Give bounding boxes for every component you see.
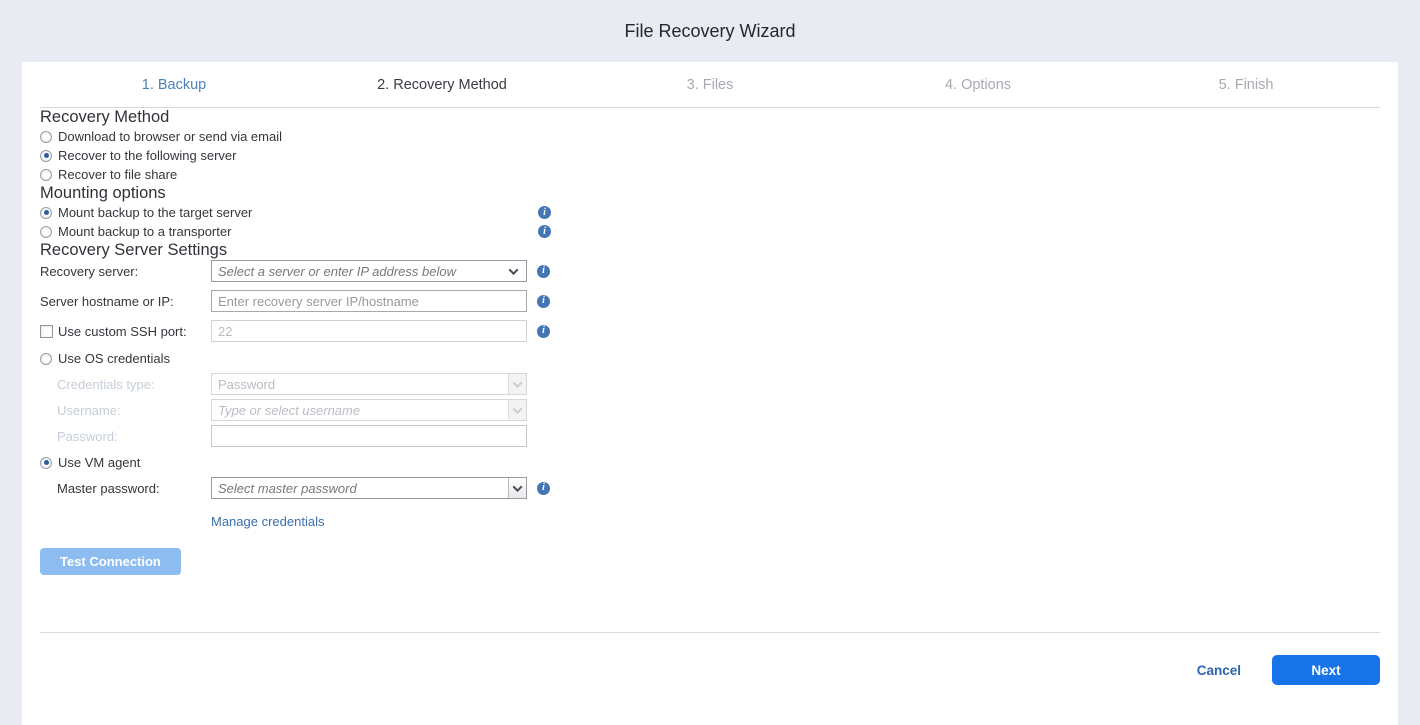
selected-value: Select master password — [212, 481, 508, 496]
info-icon[interactable]: i — [537, 325, 550, 338]
radio-icon — [40, 150, 52, 162]
hostname-row: Server hostname or IP: i — [40, 290, 1380, 312]
radio-label: Use OS credentials — [58, 351, 170, 366]
radio-icon — [40, 169, 52, 181]
recovery-method-heading: Recovery Method — [40, 108, 1380, 127]
radio-recover-to-server[interactable]: Recover to the following server — [40, 146, 1380, 165]
credentials-type-row: Credentials type: Password — [40, 373, 1380, 395]
radio-icon — [40, 457, 52, 469]
next-button[interactable]: Next — [1272, 655, 1380, 685]
radio-mount-target-server[interactable]: Mount backup to the target server i — [40, 203, 551, 222]
step-options: 4. Options — [844, 77, 1112, 93]
master-password-label: Master password: — [40, 481, 211, 496]
mounting-options-heading: Mounting options — [40, 184, 1380, 203]
chevron-down-icon — [513, 378, 523, 388]
recovery-server-select[interactable]: Select a server or enter IP address belo… — [211, 260, 527, 282]
step-recovery-method[interactable]: 2. Recovery Method — [308, 77, 576, 93]
password-label: Password: — [40, 429, 211, 444]
selected-value: Type or select username — [212, 403, 508, 418]
cancel-button[interactable]: Cancel — [1191, 662, 1247, 679]
username-row: Username: Type or select username — [40, 399, 1380, 421]
credentials-type-select: Password — [211, 373, 527, 395]
info-icon[interactable]: i — [537, 295, 550, 308]
manage-credentials-link[interactable]: Manage credentials — [211, 514, 324, 529]
chevron-down-icon — [509, 265, 519, 275]
selected-value: Select a server or enter IP address belo… — [212, 264, 510, 279]
chevron-down-icon — [513, 482, 523, 492]
wizard-steps: 1. Backup 2. Recovery Method 3. Files 4.… — [40, 62, 1380, 108]
info-icon[interactable]: i — [537, 482, 550, 495]
test-connection-button: Test Connection — [40, 548, 181, 575]
radio-download-browser[interactable]: Download to browser or send via email — [40, 127, 1380, 146]
master-password-row: Master password: Select master password … — [40, 477, 1380, 499]
wizard-panel: 1. Backup 2. Recovery Method 3. Files 4.… — [22, 62, 1398, 725]
selected-value: Password — [212, 377, 508, 392]
radio-label: Recover to file share — [58, 167, 177, 182]
chevron-down-icon — [513, 404, 523, 414]
username-select: Type or select username — [211, 399, 527, 421]
radio-label: Mount backup to the target server — [58, 205, 252, 220]
info-icon[interactable]: i — [538, 206, 551, 219]
username-label: Username: — [40, 403, 211, 418]
recovery-server-label: Recovery server: — [40, 264, 211, 279]
footer: Cancel Next — [22, 633, 1398, 685]
radio-label: Download to browser or send via email — [58, 129, 282, 144]
radio-icon — [40, 131, 52, 143]
radio-label: Use VM agent — [58, 455, 140, 470]
ssh-port-label: Use custom SSH port: — [58, 324, 187, 339]
step-backup[interactable]: 1. Backup — [40, 77, 308, 93]
password-row: Password: — [40, 425, 1380, 447]
hostname-input[interactable] — [211, 290, 527, 312]
radio-label: Recover to the following server — [58, 148, 236, 163]
password-input — [211, 425, 527, 447]
radio-label: Mount backup to a transporter — [58, 224, 231, 239]
radio-vm-agent[interactable]: Use VM agent — [40, 454, 1380, 471]
select-trigger — [508, 374, 526, 394]
radio-icon — [40, 207, 52, 219]
checkbox-icon — [40, 325, 53, 338]
radio-os-credentials[interactable]: Use OS credentials — [40, 350, 1380, 367]
info-icon[interactable]: i — [537, 265, 550, 278]
info-icon[interactable]: i — [538, 225, 551, 238]
step-files: 3. Files — [576, 77, 844, 93]
credentials-type-label: Credentials type: — [40, 377, 211, 392]
page-title: File Recovery Wizard — [624, 21, 795, 42]
recovery-server-row: Recovery server: Select a server or ente… — [40, 260, 1380, 282]
master-password-select[interactable]: Select master password — [211, 477, 527, 499]
wizard-header: File Recovery Wizard — [0, 0, 1420, 62]
radio-icon — [40, 353, 52, 365]
wizard-content: Recovery Method Download to browser or s… — [22, 108, 1398, 575]
ssh-port-input — [211, 320, 527, 342]
radio-mount-transporter[interactable]: Mount backup to a transporter i — [40, 222, 551, 241]
radio-recover-to-file-share[interactable]: Recover to file share — [40, 165, 1380, 184]
select-trigger — [508, 478, 526, 498]
ssh-port-checkbox-row[interactable]: Use custom SSH port: — [40, 324, 211, 339]
server-settings-heading: Recovery Server Settings — [40, 241, 1380, 260]
hostname-label: Server hostname or IP: — [40, 294, 211, 309]
select-trigger — [508, 400, 526, 420]
step-finish: 5. Finish — [1112, 77, 1380, 93]
ssh-port-row: Use custom SSH port: i — [40, 320, 1380, 342]
radio-icon — [40, 226, 52, 238]
